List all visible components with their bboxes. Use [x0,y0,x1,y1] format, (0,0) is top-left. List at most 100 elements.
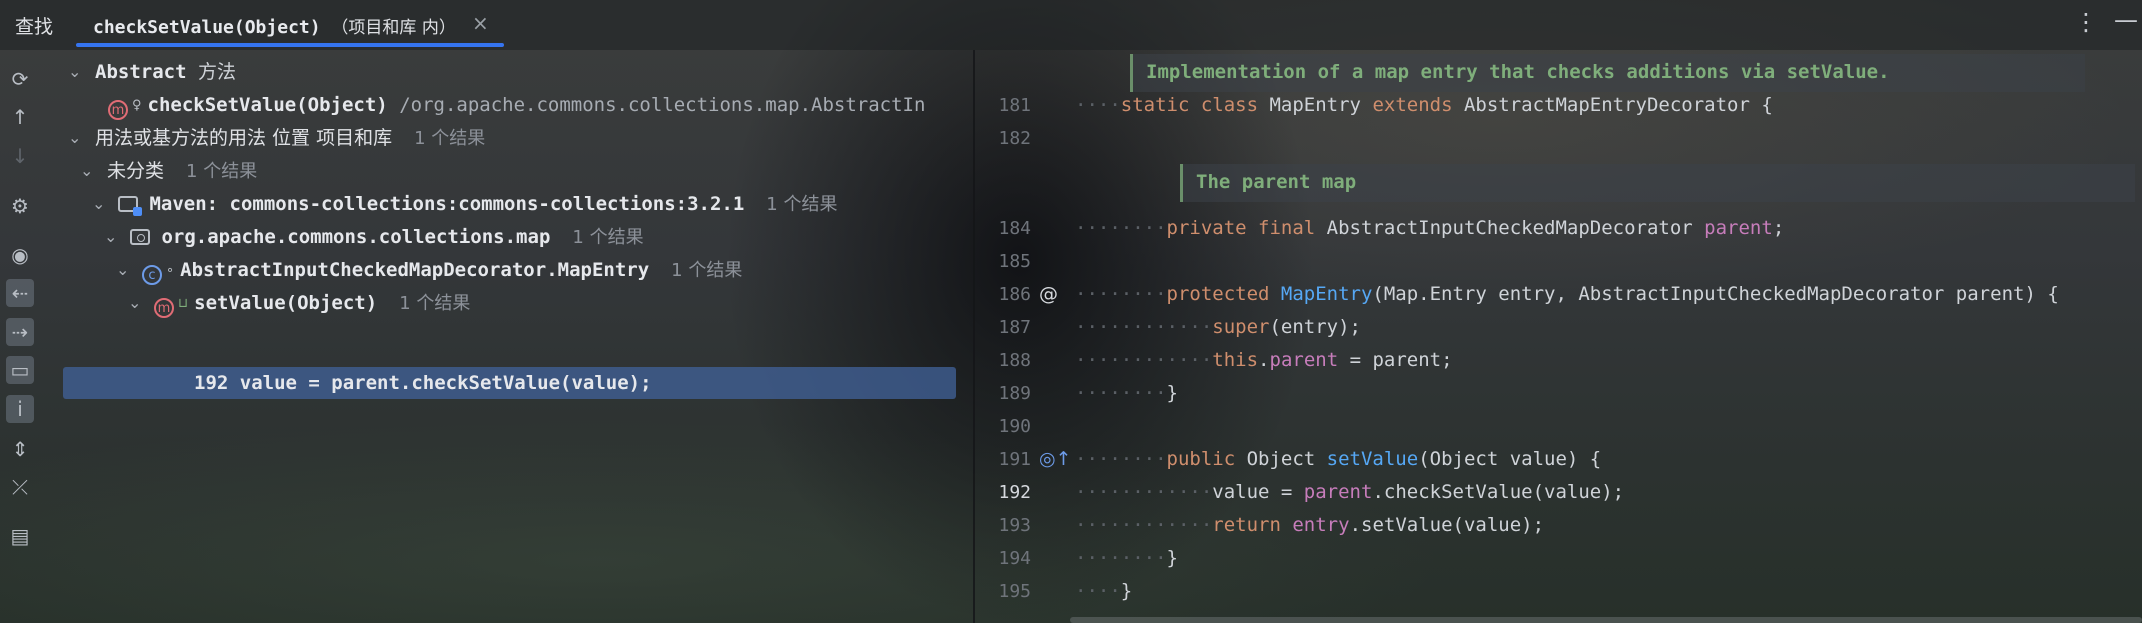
chevron-down-icon[interactable]: ⌄ [68,56,86,88]
keyword-token: public [1166,448,1247,470]
code-token: ; [1772,217,1785,239]
arrow-up-icon[interactable]: ↑ [6,103,34,131]
code-line[interactable]: 181 ····static class MapEntry extends Abs… [975,89,2142,122]
javadoc-rendered-field: The parent map [1180,164,2135,202]
usage-line-text: 192 value = parent.checkSetValue(value); [194,372,652,394]
preview-icon[interactable]: ▤ [6,522,34,550]
code-line[interactable]: 184 ········private final AbstractInputCh… [975,212,2142,245]
indent-guide: ············ [1075,481,1213,503]
annotation-gutter-icon[interactable]: @ [1039,278,1058,311]
uncategorized-count: 1 个结果 [186,161,258,182]
code-line[interactable]: 190 [975,410,2142,443]
line-number: 186 [998,284,1031,305]
tab-title-text: checkSetValue(Object) [93,17,321,38]
code-line[interactable]: 187 ············super(entry); [975,311,2142,344]
code-line[interactable]: 191 ◎↑ ········public Object setValue(Obje… [975,443,2142,476]
keyword-token: protected [1166,283,1281,305]
line-number: 181 [998,95,1031,116]
line-number: 187 [998,317,1031,338]
close-icon[interactable]: × [472,11,489,35]
code-text: ····} [1075,575,1132,608]
tree-node-usages[interactable]: ⌄ 用法或基方法的用法 位置 项目和库 1 个结果 [50,122,975,154]
code-text: ········private final AbstractInputCheck… [1075,212,1784,245]
keyword-token: extends [1372,94,1464,116]
folder-group-icon[interactable]: ▭ [6,356,34,384]
chevron-down-icon[interactable]: ⌄ [80,155,98,187]
usages-count: 1 个结果 [414,128,486,149]
code-token: .setValue(value); [1349,514,1545,536]
code-text: ········} [1075,542,1178,575]
code-text: ········protected MapEntry(Map.Entry ent… [1075,278,2059,311]
find-title: 查找 [15,16,54,38]
code-line[interactable]: 185 [975,245,2142,278]
more-options-icon[interactable]: ⋮ [2074,8,2098,36]
eye-icon[interactable]: ◉ [6,241,34,269]
method-name: checkSetValue(Object) [147,94,388,116]
maven-label: Maven: commons-collections:commons-colle… [149,193,745,215]
code-line[interactable]: 186 @ ········protected MapEntry(Map.Entry… [975,278,2142,311]
line-number: 185 [998,251,1031,272]
code-text: ············this.parent = parent; [1075,344,1453,377]
static-dot-icon: ∘ [166,263,175,278]
keyword-token: private final [1166,217,1327,239]
tree-node-uncategorized[interactable]: ⌄ 未分类 1 个结果 [50,155,975,187]
code-line[interactable]: 193 ············return entry.setValue(val… [975,509,2142,542]
chevron-down-icon[interactable]: ⌄ [128,287,146,319]
override-gutter-icon[interactable]: ◎↑ [1039,443,1072,476]
library-folder-icon [118,196,142,216]
keyword-token: return [1212,514,1293,536]
code-token: = parent; [1338,349,1453,371]
info-icon[interactable]: i [6,395,34,423]
settings-icon[interactable]: ⚙ [6,192,34,220]
read-access-icon[interactable]: ⇠ [6,279,34,307]
write-access-icon[interactable]: ⇢ [6,318,34,346]
code-token: } [1166,547,1178,569]
class-icon: c [142,265,162,285]
code-line[interactable]: 194 ········} [975,542,2142,575]
code-line[interactable]: 192 ············value = parent.checkSetVa… [975,476,2142,509]
tree-node-method[interactable]: m ♀ checkSetValue(Object) /org.apache.comm… [50,89,975,121]
indent-guide: ············ [1075,349,1213,371]
tree-node-package[interactable]: ⌄ org.apache.commons.collections.map 1 个结… [50,221,975,253]
code-token: AbstractMapEntryDecorator { [1463,94,1773,116]
chevron-down-icon[interactable]: ⌄ [68,122,86,154]
method-icon: m [108,100,128,120]
refresh-icon[interactable]: ⟳ [6,65,34,93]
tree-node-maven[interactable]: ⌄ Maven: commons-collections:commons-col… [50,188,975,220]
function-token: setValue [1326,448,1419,470]
chevron-down-icon[interactable]: ⌄ [104,221,122,253]
tree-node-class[interactable]: ⌄ c ∘ AbstractInputCheckedMapDecorator.Map… [50,254,975,286]
line-number: 192 [998,482,1031,503]
horizontal-scrollbar[interactable] [1070,617,2142,623]
indent-guide: ············ [1075,316,1213,338]
code-token: (Object value) { [1418,448,1602,470]
minimize-icon[interactable]: — [2114,6,2138,34]
code-line[interactable]: 189 ········} [975,377,2142,410]
package-label: org.apache.commons.collections.map [161,226,551,248]
code-text: ············value = parent.checkSetValue… [1075,476,1624,509]
abstract-label: Abstract [95,61,187,83]
code-line[interactable]: 182 [975,122,2142,155]
tab-checksetvalue[interactable]: checkSetValue(Object) （项目和库 内） × [76,0,504,50]
indent-guide: ········ [1075,283,1167,305]
tree-node-usage-line[interactable]: 192 value = parent.checkSetValue(value); [50,367,975,399]
code-line[interactable]: 188 ············this.parent = parent; [975,344,2142,377]
collapse-all-icon[interactable]: ⤫ [6,473,34,501]
indent-guide: ···· [1075,580,1121,602]
maven-count: 1 个结果 [766,194,838,215]
chevron-down-icon[interactable]: ⌄ [92,188,110,220]
indent-guide: ···· [1075,94,1121,116]
unlock-icon: ⊔ [178,296,189,311]
line-number: 184 [998,218,1031,239]
tree-node-setvalue[interactable]: ⌄ m ⊔ setValue(Object) 1 个结果 [50,287,975,319]
indent-guide: ········ [1075,547,1167,569]
arrow-down-icon[interactable]: ↓ [6,142,34,170]
code-token: } [1166,382,1178,404]
key-icon: ♀ [132,98,142,113]
tree-node-abstract[interactable]: ⌄ Abstract 方法 [50,56,975,88]
chevron-down-icon[interactable]: ⌄ [116,254,134,286]
indent-guide: ········ [1075,382,1167,404]
expand-all-icon[interactable]: ⇕ [6,435,34,463]
code-line[interactable]: 195 ····} [975,575,2142,608]
code-preview-editor: Implementation of a map entry that check… [975,50,2142,623]
